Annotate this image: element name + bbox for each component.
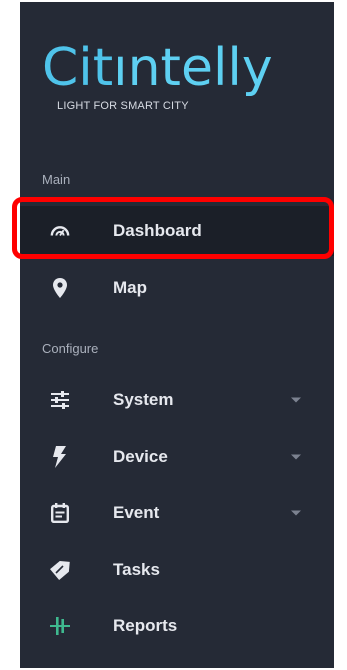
sidebar-item-system[interactable]: System xyxy=(20,375,334,425)
chart-bars-icon xyxy=(50,616,70,636)
sidebar-item-label: Reports xyxy=(113,616,178,635)
sidebar-item-event[interactable]: Event xyxy=(20,488,334,538)
sidebar-item-device[interactable]: Device xyxy=(20,432,334,482)
sidebar-item-reports[interactable]: Reports xyxy=(20,601,334,651)
section-header-configure: Configure xyxy=(42,341,99,356)
logo-tagline: LIGHT FOR SMART CITY xyxy=(57,100,189,112)
chevron-down-icon[interactable] xyxy=(291,397,301,403)
logo-wordmark-part-1: Cit xyxy=(42,38,114,98)
sidebar-item-label: System xyxy=(113,390,174,409)
sidebar-item-label: Device xyxy=(113,447,168,466)
sidebar: Citıntelly LIGHT FOR SMART CITY Main Das… xyxy=(20,2,334,668)
sidebar-item-label: Tasks xyxy=(113,560,160,579)
sidebar-item-tasks[interactable]: Tasks xyxy=(20,545,334,595)
speedometer-icon xyxy=(50,221,70,241)
calendar-icon xyxy=(50,503,70,523)
logo-wordmark-part-2: ıntelly xyxy=(113,38,273,98)
sidebar-item-label: Dashboard xyxy=(113,221,202,240)
sidebar-item-dashboard[interactable]: Dashboard xyxy=(20,206,334,256)
sidebar-item-label: Event xyxy=(113,503,160,522)
tag-icon xyxy=(50,560,70,580)
logo-wordmark: Citıntelly xyxy=(42,40,273,96)
chevron-down-icon[interactable] xyxy=(291,454,301,460)
lightning-icon xyxy=(50,446,70,468)
brand-logo[interactable]: Citıntelly LIGHT FOR SMART CITY xyxy=(42,40,312,120)
sidebar-item-map[interactable]: Map xyxy=(20,263,334,313)
section-header-main: Main xyxy=(42,172,71,187)
chevron-down-icon[interactable] xyxy=(291,510,301,516)
map-pin-icon xyxy=(50,278,70,298)
screenshot-frame: Citıntelly LIGHT FOR SMART CITY Main Das… xyxy=(0,0,347,670)
sidebar-item-label: Map xyxy=(113,278,147,297)
sliders-icon xyxy=(50,390,70,410)
